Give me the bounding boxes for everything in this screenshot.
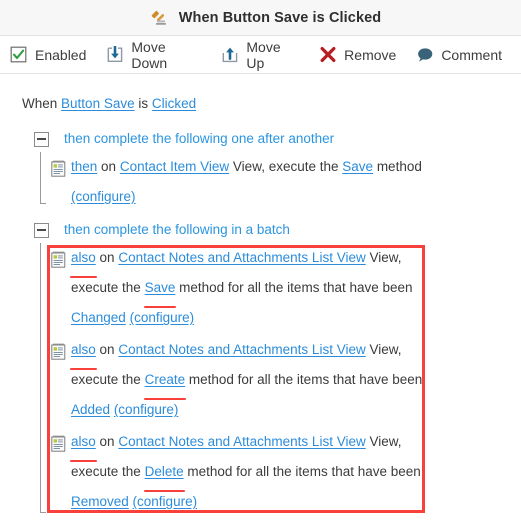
- action-seg-tail: that have been: [331, 464, 421, 479]
- checkbox-checked-icon[interactable]: [9, 45, 28, 64]
- action-state-link[interactable]: Removed: [71, 494, 129, 509]
- action-seg-on: on: [99, 434, 115, 449]
- action-seg-view-suffix: View, execute the: [232, 159, 339, 174]
- action-keyword-link[interactable]: also: [71, 434, 96, 449]
- action-configure-link[interactable]: (configure): [133, 494, 198, 509]
- view-action-icon: [51, 158, 66, 177]
- action-text: also on Contact Notes and Attachments Li…: [70, 243, 423, 333]
- rule-canvas: When Button Save is Clicked then complet…: [0, 74, 521, 523]
- window-titlebar: When Button Save is Clicked: [0, 0, 521, 36]
- remove-label: Remove: [344, 46, 397, 63]
- action-view-link[interactable]: Contact Notes and Attachments List View: [118, 434, 365, 449]
- move-up-label: Move Up: [246, 38, 281, 71]
- branch-title-batch[interactable]: then complete the following in a batch: [64, 217, 290, 243]
- action-method-link[interactable]: Save: [145, 280, 176, 295]
- gavel-icon: [150, 8, 169, 27]
- view-action-icon: [51, 433, 66, 452]
- action-seg-on: on: [101, 159, 117, 174]
- action-keyword-link[interactable]: then: [71, 159, 97, 174]
- view-action-icon: [51, 341, 66, 360]
- action-text: also on Contact Notes and Attachments Li…: [70, 335, 423, 425]
- comment-bubble-icon[interactable]: [415, 45, 434, 64]
- when-event-link[interactable]: Clicked: [152, 96, 196, 111]
- branch-sequential: then complete the following one after an…: [34, 126, 521, 212]
- branch-title-sequential[interactable]: then complete the following one after an…: [64, 126, 334, 152]
- action-text: then on Contact Item View View, execute …: [71, 152, 423, 212]
- when-middle: is: [138, 96, 149, 111]
- action-node: also on Contact Notes and Attachments Li…: [40, 427, 521, 517]
- collapse-toggle-batch[interactable]: [34, 223, 49, 238]
- view-action-icon: [51, 249, 66, 268]
- action-configure-link[interactable]: (configure): [114, 402, 179, 417]
- action-toolbar: Enabled Move Down Move Up Remove Comment: [0, 36, 521, 74]
- remove-x-icon[interactable]: [318, 45, 337, 64]
- action-seg-on: on: [99, 250, 115, 265]
- action-text: also on Contact Notes and Attachments Li…: [70, 427, 423, 517]
- action-seg-method: method: [376, 159, 422, 174]
- collapse-toggle-sequential[interactable]: [34, 132, 49, 147]
- action-keyword-link[interactable]: also: [71, 250, 96, 265]
- action-seg-method: method for all the items: [179, 280, 320, 295]
- action-view-link[interactable]: Contact Notes and Attachments List View: [118, 342, 365, 357]
- action-method-link[interactable]: Create: [145, 372, 186, 387]
- action-node: also on Contact Notes and Attachments Li…: [40, 243, 521, 333]
- move-up-icon[interactable]: [220, 45, 239, 64]
- action-node: then on Contact Item View View, execute …: [40, 152, 521, 212]
- rule-tree: When Button Save is Clicked then complet…: [0, 91, 521, 517]
- enabled-label: Enabled: [35, 46, 87, 63]
- move-down-button[interactable]: Move Down: [105, 39, 201, 71]
- move-down-label: Move Down: [131, 38, 168, 71]
- action-state-link[interactable]: Added: [71, 402, 110, 417]
- comment-label: Comment: [441, 46, 502, 63]
- action-view-link[interactable]: Contact Item View: [120, 159, 229, 174]
- when-clause: When Button Save is Clicked: [22, 91, 521, 117]
- move-up-button[interactable]: Move Up: [220, 39, 299, 71]
- when-prefix: When: [22, 96, 58, 111]
- enabled-toggle[interactable]: Enabled: [9, 45, 86, 64]
- remove-button[interactable]: Remove: [318, 45, 396, 64]
- action-seg-tail: that have been: [332, 372, 423, 387]
- move-down-icon[interactable]: [105, 45, 124, 64]
- when-subject-link[interactable]: Button Save: [61, 96, 135, 111]
- window-title: When Button Save is Clicked: [178, 9, 382, 26]
- action-seg-on: on: [99, 342, 115, 357]
- action-keyword-link[interactable]: also: [71, 342, 96, 357]
- action-configure-link[interactable]: (configure): [130, 310, 195, 325]
- action-seg-method: method for all the items: [187, 464, 328, 479]
- action-method-link[interactable]: Save: [342, 159, 373, 174]
- action-node: also on Contact Notes and Attachments Li…: [40, 335, 521, 425]
- action-seg-method: method for all the items: [188, 372, 330, 387]
- action-configure-link[interactable]: (configure): [71, 189, 136, 204]
- action-state-link[interactable]: Changed: [71, 310, 126, 325]
- comment-button[interactable]: Comment: [415, 45, 502, 64]
- action-method-link[interactable]: Delete: [145, 464, 184, 479]
- branch-batch: then complete the following in a batch a…: [34, 217, 521, 517]
- action-view-link[interactable]: Contact Notes and Attachments List View: [118, 250, 365, 265]
- action-seg-tail: that have been: [323, 280, 413, 295]
